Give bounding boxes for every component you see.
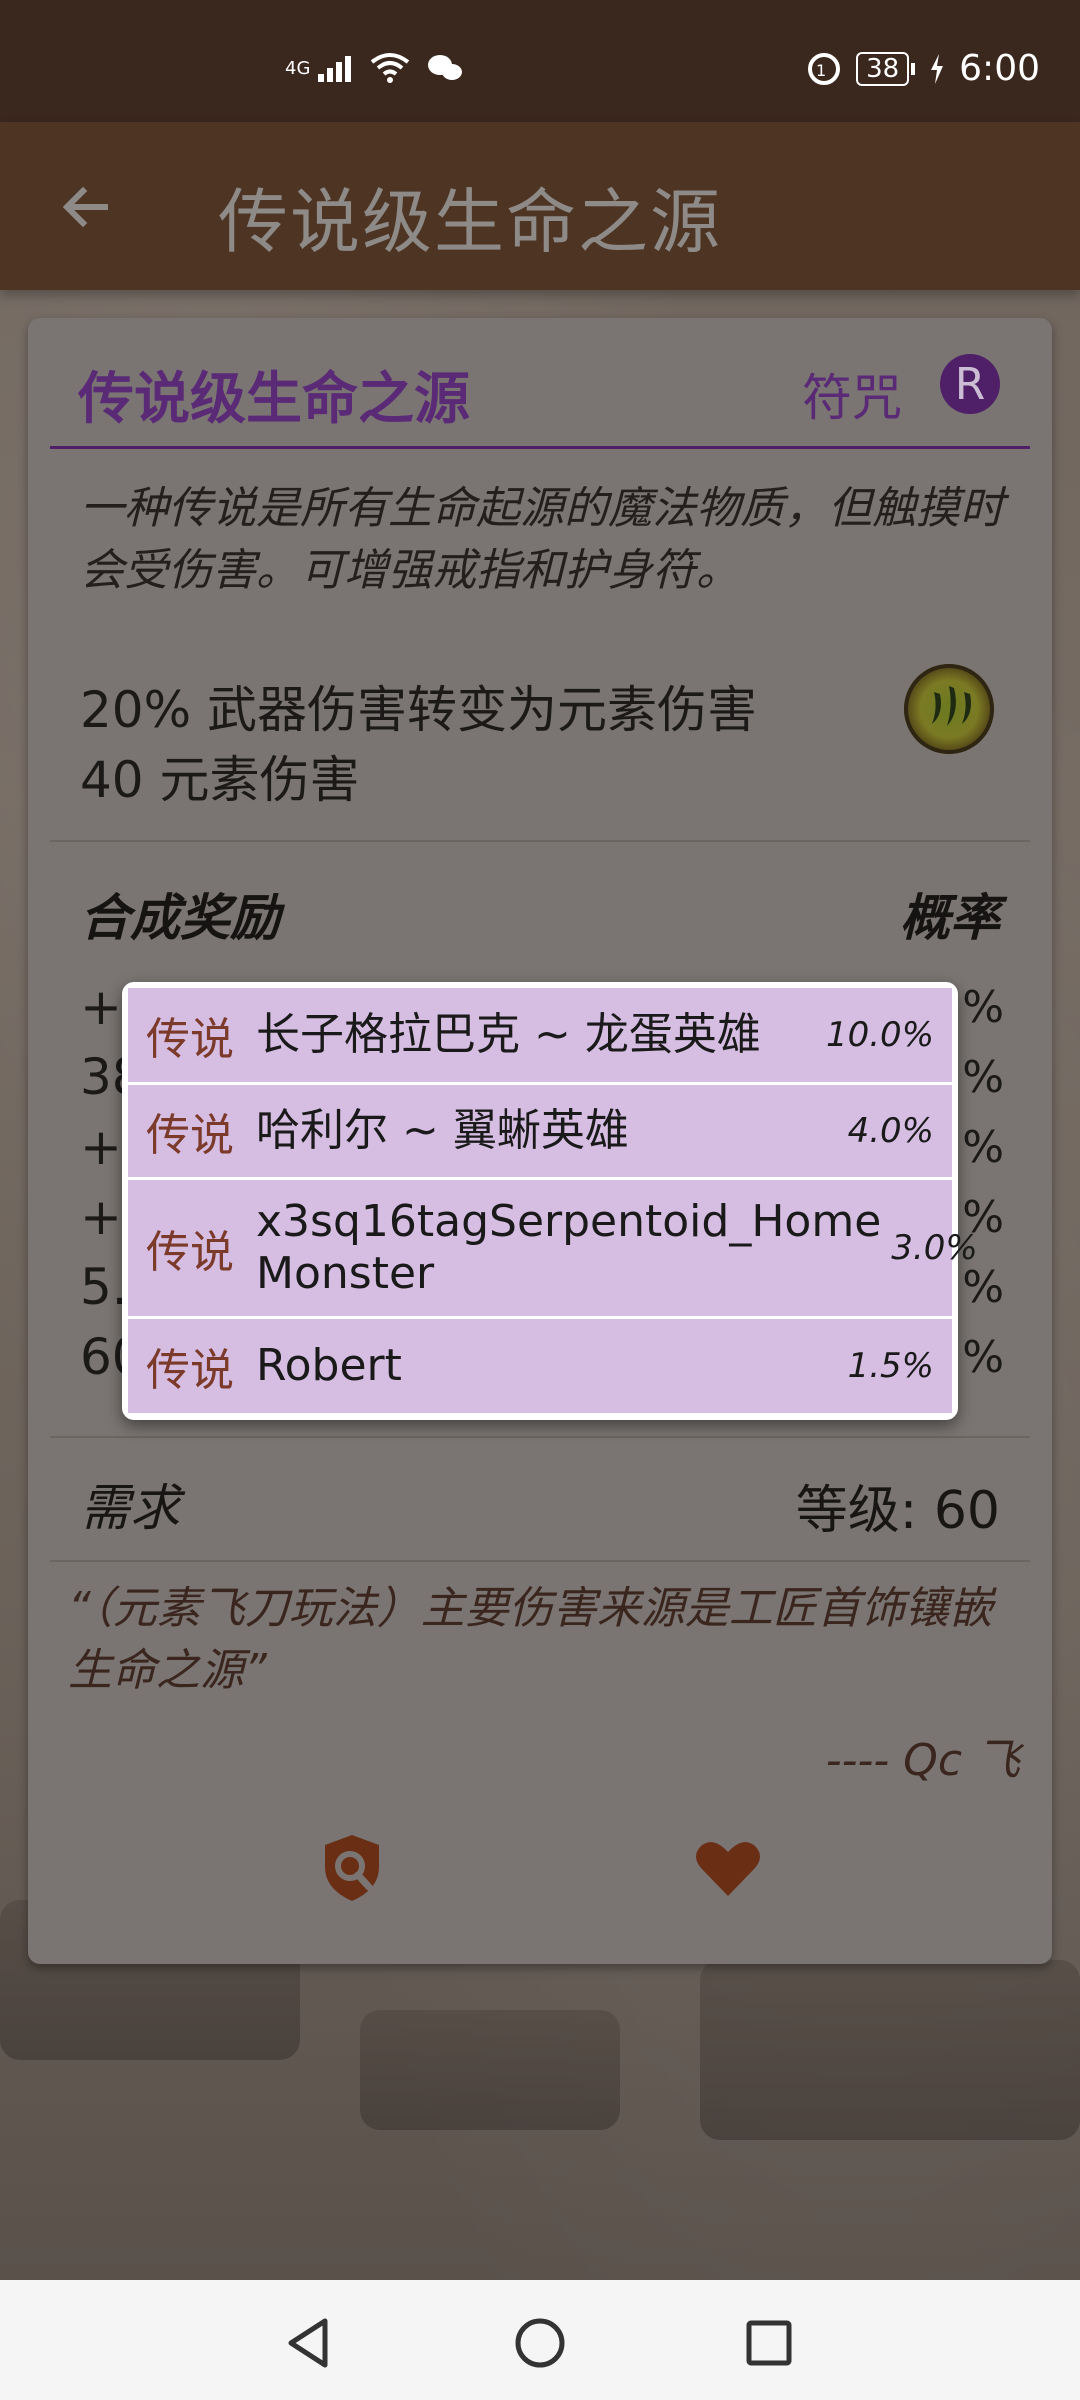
stat-line-1: 20% 武器伤害转变为元素伤害 [80,681,758,739]
status-icons-right: 1 38 6:00 [806,48,1040,89]
triangle-back-icon [288,2318,328,2368]
system-nav-bar [0,2280,1080,2400]
item-description: 一种传说是所有生命起源的魔法物质，但触摸时会受伤害。可增强戒指和护身符。 [80,483,1004,596]
wifi-icon [371,53,410,83]
popup-item-name: 长子格拉巴克 ~ 龙蛋英雄 [256,1009,761,1060]
reward-row-1-pct: % [962,982,1004,1033]
popup-item-tag: 传说 [146,1014,234,1065]
back-arrow-icon [62,186,108,228]
rune-icon [904,664,994,754]
favorite-button[interactable] [688,1828,768,1908]
item-quote: “（元素飞刀玩法）主要伤害来源是工匠首饰镶嵌生命之源” [68,1583,993,1696]
shield-search-icon [325,1835,379,1901]
popup-item[interactable]: 传说 哈利尔 ~ 翼蜥英雄 4.0% [128,1085,952,1177]
reward-row-5-prefix: 5. [80,1258,128,1316]
reward-row-5-pct: % [962,1262,1004,1313]
section-divider [50,1560,1030,1562]
app-bar: 传说级生命之源 [0,122,1080,290]
popup-item-pct: 1.5% [847,1346,934,1386]
wechat-icon [428,55,463,80]
reward-row-6-pct: % [962,1332,1004,1383]
item-type: 符咒 [802,369,902,427]
quote-author: ---- Qc 飞 [825,1735,1020,1786]
heart-icon [696,1842,760,1896]
status-icons-left: 4G [285,52,464,84]
battery-icon: 38 [856,51,916,86]
probability-header: 概率 [900,889,1000,947]
battery-level: 38 [856,51,910,86]
popup-item[interactable]: 传说 x3sq16tagSerpentoid_Home Monster 3.0% [128,1180,978,1316]
clock: 6:00 [959,48,1040,89]
reward-row-2-pct: % [962,1052,1004,1103]
popup-item-name: 哈利尔 ~ 翼蜥英雄 [256,1105,629,1156]
section-divider [50,1436,1030,1438]
nav-recents-button[interactable] [724,2298,814,2388]
stat-line-2: 40 元素伤害 [80,751,360,809]
popup-item[interactable]: 传说 Robert 1.5% [128,1319,952,1413]
data-saver-icon: 1 [808,52,841,85]
network-type-label: 4G [285,57,311,79]
popup-item-pct: 3.0% [891,1228,978,1268]
popup-item-name: Robert [256,1340,402,1391]
item-title: 传说级生命之源 [78,367,470,432]
popup-item[interactable]: 传说 长子格拉巴克 ~ 龙蛋英雄 10.0% [128,988,952,1082]
popup-item-pct: 10.0% [825,1015,934,1055]
requirement-label: 需求 [80,1479,180,1537]
rewards-header: 合成奖励 [80,889,280,947]
popup-item-tag: 传说 [146,1110,234,1161]
svg-text:1: 1 [816,61,826,80]
square-recents-icon [746,2320,792,2366]
popup-item-pct: 4.0% [847,1111,934,1151]
rewards-popup: 传说 长子格拉巴克 ~ 龙蛋英雄 10.0% 传说 哈利尔 ~ 翼蜥英雄 4.0… [122,982,978,1420]
section-divider [50,840,1030,842]
rarity-badge: R [940,354,1000,414]
charging-icon [931,53,944,84]
reward-row-3-pct: % [962,1122,1004,1173]
popup-item-name: x3sq16tagSerpentoid_Home Monster [256,1196,882,1299]
title-divider [50,446,1030,449]
nav-home-button[interactable] [495,2298,585,2388]
search-build-button[interactable] [312,1828,392,1908]
status-bar: 4G 1 38 6:00 [0,0,1080,122]
signal-icon [318,56,352,82]
popup-item-tag: 传说 [146,1227,234,1278]
circle-home-icon [515,2318,565,2368]
requirement-value: 等级: 60 [795,1481,1000,1541]
page-title: 传说级生命之源 [218,181,722,263]
back-button[interactable] [40,162,130,252]
popup-item-tag: 传说 [146,1345,234,1396]
nav-back-button[interactable] [264,2298,354,2388]
